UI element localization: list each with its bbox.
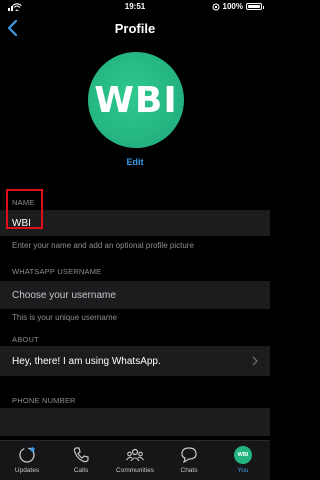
phone-section-label: PHONE NUMBER	[12, 396, 76, 405]
about-value: Hey, there! I am using WhatsApp.	[12, 356, 161, 367]
profile-avatar[interactable]: WBI	[88, 52, 184, 148]
battery-percent: 100%	[222, 2, 243, 11]
username-field[interactable]: Choose your username	[0, 281, 270, 309]
phone-icon	[73, 447, 89, 463]
about-section-label: ABOUT	[12, 335, 39, 344]
battery-icon	[246, 3, 264, 10]
tab-chats[interactable]: Chats	[162, 441, 216, 480]
edit-photo-button[interactable]: Edit	[0, 157, 270, 167]
about-row[interactable]: Hey, there! I am using WhatsApp.	[0, 346, 270, 376]
page-title: Profile	[114, 21, 156, 36]
name-help-text: Enter your name and add an optional prof…	[12, 241, 194, 250]
you-avatar: WBI	[234, 446, 252, 464]
chats-icon	[181, 447, 197, 464]
phone-row[interactable]	[0, 408, 270, 436]
username-placeholder: Choose your username	[12, 290, 116, 301]
tab-updates[interactable]: Updates	[0, 441, 54, 480]
tab-bar: Updates Calls Communities Chats WBI You	[0, 440, 270, 480]
orientation-lock-icon	[212, 3, 220, 10]
avatar-initials: WBI	[94, 79, 178, 121]
updates-icon	[19, 447, 35, 463]
tab-calls[interactable]: Calls	[54, 441, 108, 480]
tab-communities[interactable]: Communities	[108, 441, 162, 480]
username-help-text: This is your unique username	[12, 313, 117, 322]
chevron-right-icon	[252, 356, 258, 366]
tab-you[interactable]: WBI You	[216, 441, 270, 480]
status-bar: 19:51 100%	[0, 0, 270, 14]
username-section-label: WHATSAPP USERNAME	[12, 267, 102, 276]
nav-bar: Profile	[0, 14, 270, 42]
highlight-box	[6, 189, 43, 229]
communities-icon	[126, 448, 144, 462]
